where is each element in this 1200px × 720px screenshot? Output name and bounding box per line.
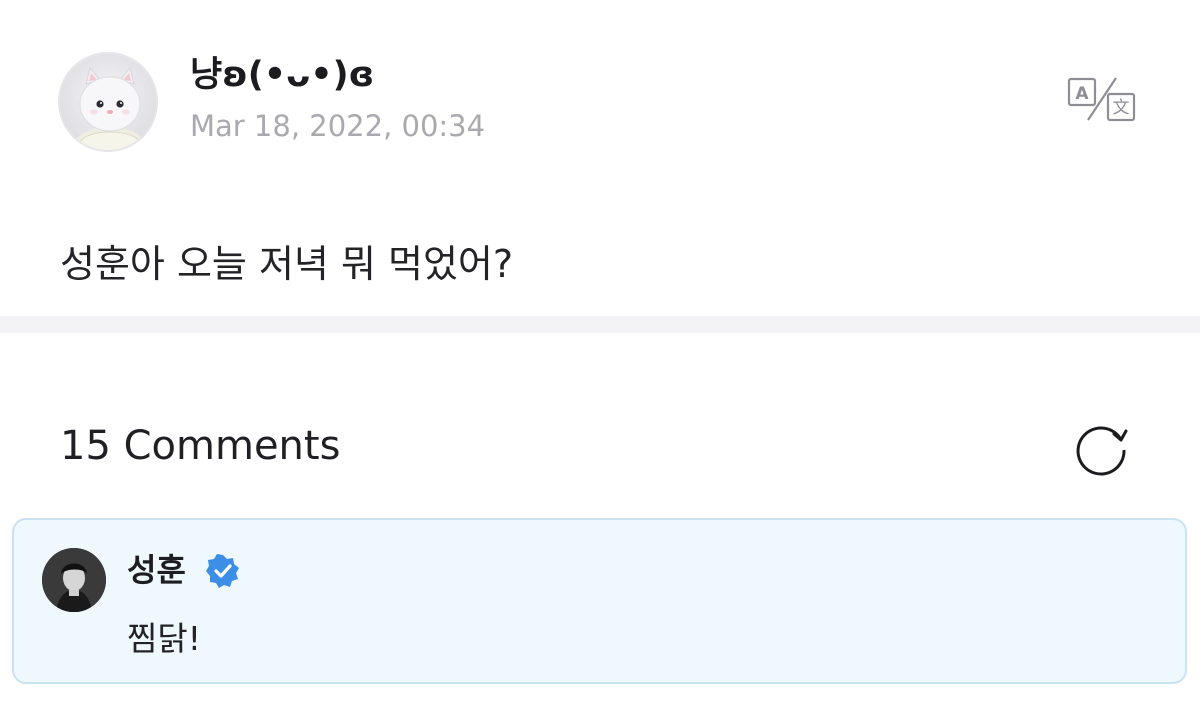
post-author-name[interactable]: 냥ʚ(•ᴗ•)ɞ — [190, 50, 374, 100]
user-photo-icon — [42, 548, 106, 612]
post-timestamp: Mar 18, 2022, 00:34 — [190, 109, 486, 143]
svg-text:文: 文 — [1113, 98, 1130, 118]
post-page: 냥ʚ(•ᴗ•)ɞ Mar 18, 2022, 00:34 A 文 성훈아 오늘 … — [0, 0, 1200, 720]
post-body-text: 성훈아 오늘 저녁 뭐 먹었어? — [60, 242, 514, 286]
section-divider — [0, 316, 1200, 333]
translate-button[interactable]: A 文 — [1066, 74, 1138, 124]
comment-text: 찜닭! — [127, 619, 201, 658]
refresh-comments-button[interactable] — [1072, 418, 1132, 478]
post-author-avatar[interactable] — [58, 52, 158, 152]
comment-card[interactable]: 성훈 찜닭! — [12, 518, 1187, 684]
refresh-icon — [1076, 426, 1128, 476]
comment-author-avatar[interactable] — [42, 548, 106, 612]
verified-badge-icon — [206, 554, 240, 588]
comments-count-label: 15 Comments — [60, 423, 341, 469]
cat-plush-icon — [72, 66, 148, 150]
comment-author-name[interactable]: 성훈 — [127, 548, 186, 592]
svg-text:A: A — [1075, 84, 1089, 104]
translate-icon: A 文 — [1067, 77, 1136, 122]
